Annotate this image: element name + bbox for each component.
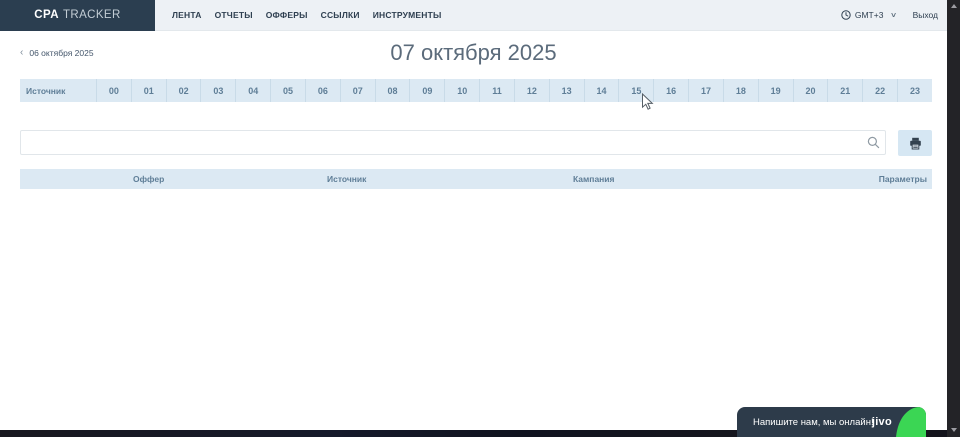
menu-item-otchety[interactable]: ОТЧЕТЫ — [215, 10, 253, 20]
hour-cell-03: 03 — [200, 79, 235, 102]
hour-cell-09: 09 — [409, 79, 444, 102]
hour-cell-13: 13 — [549, 79, 584, 102]
column-header-campaign: Кампания — [573, 169, 615, 189]
navbar-right: GMT+3 ∨ Выход — [841, 10, 938, 20]
chat-message: Напишите нам, мы онлайн! — [753, 417, 874, 428]
results-table-header: Оффер Источник Кампания Параметры — [20, 169, 932, 189]
hour-cell-10: 10 — [444, 79, 479, 102]
clock-icon — [841, 10, 851, 20]
hour-cell-22: 22 — [862, 79, 897, 102]
menu-item-ssylki[interactable]: ССЫЛКИ — [321, 10, 360, 20]
column-header-offer: Оффер — [133, 169, 164, 189]
hour-cell-19: 19 — [758, 79, 793, 102]
scrollbar-up-button[interactable] — [947, 0, 960, 12]
print-report-button[interactable] — [898, 130, 932, 156]
triangle-up-icon — [951, 4, 957, 8]
hour-cell-20: 20 — [793, 79, 828, 102]
hour-cell-07: 07 — [340, 79, 375, 102]
app-logo-bold: CPA — [34, 9, 59, 21]
hour-cell-11: 11 — [479, 79, 514, 102]
hour-cell-04: 04 — [235, 79, 270, 102]
hour-cell-16: 16 — [653, 79, 688, 102]
triangle-down-icon — [951, 428, 957, 432]
menu-item-offery[interactable]: ОФФЕРЫ — [266, 10, 308, 20]
hour-cell-14: 14 — [584, 79, 619, 102]
chat-widget[interactable]: Напишите нам, мы онлайн! jivo — [737, 407, 926, 437]
timezone-selector[interactable]: GMT+3 ∨ — [841, 10, 897, 20]
menu-item-instrumenty[interactable]: ИНСТРУМЕНТЫ — [373, 10, 442, 20]
hour-cell-23: 23 — [897, 79, 932, 102]
hour-header-source-label: Источник — [20, 79, 96, 102]
top-navbar: CPA TRACKER ЛЕНТА ОТЧЕТЫ ОФФЕРЫ ССЫЛКИ И… — [0, 0, 947, 31]
hour-cell-18: 18 — [723, 79, 758, 102]
main-menu: ЛЕНТА ОТЧЕТЫ ОФФЕРЫ ССЫЛКИ ИНСТРУМЕНТЫ — [172, 10, 442, 20]
timezone-label: GMT+3 — [855, 10, 884, 20]
print-icon — [909, 137, 922, 150]
chevron-down-icon: ∨ — [890, 11, 897, 19]
column-header-source: Источник — [327, 169, 366, 189]
hour-cell-05: 05 — [270, 79, 305, 102]
menu-item-lenta[interactable]: ЛЕНТА — [172, 10, 202, 20]
hour-cell-02: 02 — [166, 79, 201, 102]
search-input[interactable] — [20, 130, 886, 155]
hour-cell-21: 21 — [827, 79, 862, 102]
search-icon[interactable] — [867, 136, 880, 149]
hour-cell-17: 17 — [688, 79, 723, 102]
hour-cell-15: 15 — [618, 79, 653, 102]
chat-leaf-icon — [896, 407, 926, 437]
hour-cell-06: 06 — [305, 79, 340, 102]
app-logo-rest: TRACKER — [63, 9, 121, 21]
scrollbar-down-button[interactable] — [947, 424, 960, 436]
chat-brand-logo: jivo — [872, 416, 892, 428]
hour-cell-00: 00 — [96, 79, 131, 102]
hour-header-row: Источник 00 01 02 03 04 05 06 07 08 09 1… — [20, 79, 932, 102]
hour-cell-08: 08 — [375, 79, 410, 102]
column-header-params: Параметры — [879, 169, 927, 189]
logout-button[interactable]: Выход — [913, 10, 938, 20]
hour-cell-01: 01 — [131, 79, 166, 102]
hour-cell-12: 12 — [514, 79, 549, 102]
page-title: 07 октября 2025 — [0, 40, 947, 66]
app-logo[interactable]: CPA TRACKER — [0, 0, 155, 31]
vertical-scrollbar[interactable] — [947, 0, 960, 437]
